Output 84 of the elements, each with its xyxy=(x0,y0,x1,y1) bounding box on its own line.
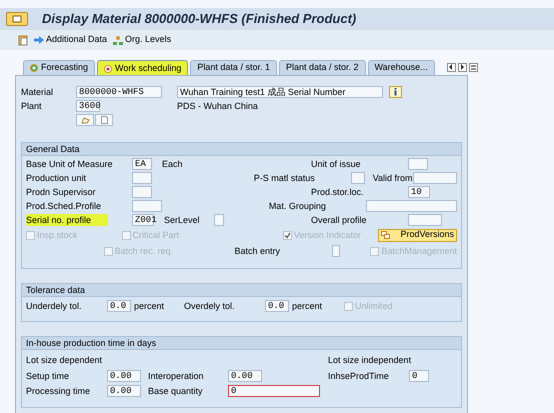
field-label: Unit of issue xyxy=(311,158,362,170)
scroll-right-icon[interactable] xyxy=(458,63,467,72)
tab[interactable]: Forecasting xyxy=(23,60,96,75)
checkbox-label: Critical Part xyxy=(132,229,180,241)
field-label: P-S matl status xyxy=(254,172,316,184)
status-icon xyxy=(30,64,38,72)
unit-label: percent xyxy=(292,300,322,312)
field-label: Setup time xyxy=(26,370,70,382)
input-field[interactable]: 0.00 xyxy=(107,370,141,382)
scroll-left-icon[interactable] xyxy=(446,63,456,72)
tab[interactable]: Warehouse... xyxy=(368,60,435,75)
input-field[interactable] xyxy=(132,172,152,184)
input-field[interactable]: Z001 xyxy=(132,214,154,226)
checkbox-label: Batch rec. req. xyxy=(114,245,174,257)
input-field[interactable]: 3600 xyxy=(76,100,100,112)
field-label: Plant xyxy=(21,100,43,112)
display-icon-button[interactable] xyxy=(76,114,94,126)
input-field[interactable] xyxy=(350,172,365,184)
field-note: SerLevel xyxy=(164,214,201,226)
prod-versions-button[interactable]: ProdVersions xyxy=(378,228,457,242)
field-label: Underdely tol. xyxy=(26,300,83,312)
input-field[interactable] xyxy=(214,214,224,226)
document-icon-button[interactable] xyxy=(95,114,113,126)
input-field[interactable]: 0 xyxy=(409,370,429,382)
clipboard-icon[interactable] xyxy=(18,34,28,46)
toolbar-button[interactable]: Org. Levels xyxy=(113,33,172,47)
field-label: Prod.stor.loc. xyxy=(311,186,365,198)
field-label: Prod.Sched.Profile xyxy=(26,200,102,212)
tab-list-icon[interactable] xyxy=(468,63,478,72)
arrow-right-icon xyxy=(34,36,44,44)
field-label: Valid from xyxy=(372,172,413,184)
checkbox-label: BatchManagement xyxy=(381,245,457,257)
section-heading: Lot size independent xyxy=(328,354,412,366)
input-field[interactable]: 0.0 xyxy=(265,300,289,312)
group-title: Tolerance data xyxy=(22,284,461,297)
field-label: Overdely tol. xyxy=(184,300,236,312)
input-field[interactable] xyxy=(132,186,152,198)
input-field[interactable]: EA xyxy=(132,158,152,170)
hierarchy-icon xyxy=(113,36,124,44)
field-label: Base Unit of Measure xyxy=(26,158,114,170)
input-field[interactable] xyxy=(412,172,457,184)
field-label: Batch entry xyxy=(234,245,282,257)
field-note: Each xyxy=(162,158,184,170)
field-label: Processing time xyxy=(26,384,92,396)
tab[interactable]: Plant data / stor. 2 xyxy=(278,60,366,75)
group-title: General Data xyxy=(22,143,461,156)
input-field[interactable]: 8000000-WHFS xyxy=(76,86,162,98)
input-field[interactable] xyxy=(408,158,428,170)
input-field[interactable]: 0 xyxy=(228,384,320,396)
input-field[interactable] xyxy=(408,214,442,226)
checkbox-label: Insp.stock xyxy=(37,229,78,241)
field-label: Prodn Supervisor xyxy=(26,186,97,198)
group-title: In-house production time in days xyxy=(22,337,461,350)
versions-icon xyxy=(381,231,390,239)
field-label: Mat. Grouping xyxy=(268,200,327,212)
input-field[interactable]: 0.00 xyxy=(107,384,141,396)
info-icon[interactable] xyxy=(389,86,402,98)
unit-label: percent xyxy=(134,300,164,312)
toolbar-button[interactable]: Additional Data xyxy=(34,33,108,47)
field-label: Production unit xyxy=(26,172,88,184)
input-field[interactable]: 10 xyxy=(408,186,430,198)
tab[interactable]: Plant data / stor. 1 xyxy=(190,60,277,75)
checkbox-label: Unlimited xyxy=(355,300,393,312)
field-label: Material xyxy=(21,86,54,98)
material-description: Wuhan Training test1 成品 Serial Number xyxy=(177,86,383,98)
plant-description: PDS - Wuhan China xyxy=(177,100,258,112)
input-field[interactable]: 0.00 xyxy=(228,370,262,382)
field-label: InhseProdTime xyxy=(328,370,390,382)
menu-icon[interactable] xyxy=(6,12,28,26)
document-icon xyxy=(100,116,108,124)
tab[interactable]: Work scheduling xyxy=(97,60,188,76)
input-field[interactable] xyxy=(366,200,457,212)
field-label: Serial no. profile xyxy=(26,214,108,226)
field-label: Overall profile xyxy=(311,214,368,226)
input-field[interactable] xyxy=(332,245,340,257)
checkbox-label: Version Indicator xyxy=(294,229,361,241)
status-icon xyxy=(104,64,112,72)
input-field[interactable]: 0.0 xyxy=(107,300,131,312)
field-label: Interoperation xyxy=(148,370,205,382)
input-field[interactable] xyxy=(132,200,162,212)
field-label: Base quantity xyxy=(148,384,204,396)
section-heading: Lot size dependent xyxy=(26,354,104,366)
checkmark-icon xyxy=(284,232,291,238)
window-title: Display Material 8000000-WHFS (Finished Product) xyxy=(42,10,356,28)
